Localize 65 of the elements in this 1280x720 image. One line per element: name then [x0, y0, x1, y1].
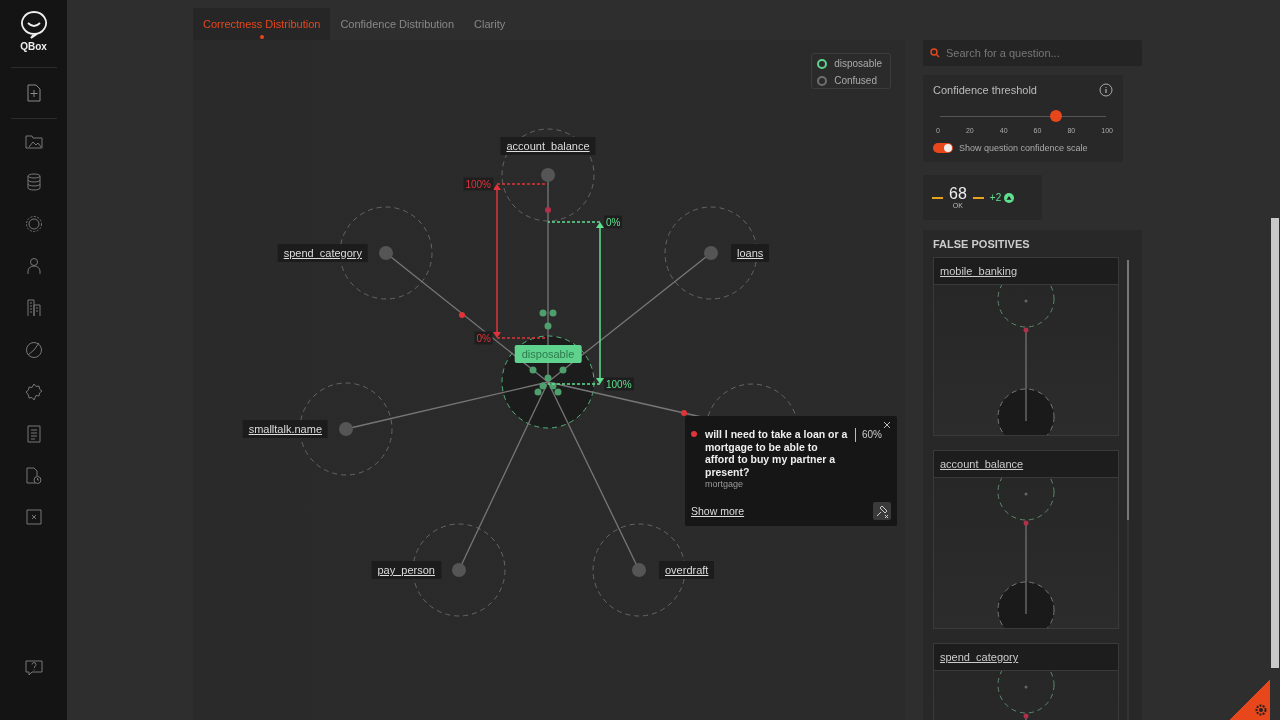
- panel-title: FALSE POSITIVES: [933, 238, 1031, 250]
- node-dot: [704, 246, 718, 260]
- node-label[interactable]: account_balance: [500, 137, 596, 155]
- logo-text: QBox: [20, 41, 47, 52]
- close-box-icon[interactable]: [25, 509, 42, 525]
- confidence-value: 60%: [855, 428, 882, 442]
- node-dot: [632, 563, 646, 577]
- question-dot: [559, 366, 567, 374]
- question-dot: [544, 322, 552, 330]
- score-value: 68: [949, 186, 967, 202]
- node-label[interactable]: spend_category: [277, 244, 368, 262]
- info-icon[interactable]: [1099, 83, 1113, 97]
- tab[interactable]: Correctness Distribution: [193, 8, 331, 40]
- tab[interactable]: Confidence Distribution: [330, 8, 465, 40]
- scale-label: 0%: [604, 215, 623, 229]
- settings-icon[interactable]: [1255, 704, 1267, 716]
- error-dot: [545, 207, 551, 213]
- threshold-title: Confidence threshold: [933, 84, 1037, 96]
- intent-link[interactable]: spend_category: [940, 651, 1019, 663]
- center-label: disposable: [514, 345, 582, 363]
- node-dot: [379, 246, 393, 260]
- search-field[interactable]: Search for a question...: [923, 40, 1142, 66]
- image-folder-icon[interactable]: [24, 135, 43, 149]
- score-delta: +2: [989, 192, 1002, 203]
- legend-label: disposable: [834, 58, 882, 69]
- database-icon[interactable]: [26, 173, 41, 191]
- intent-card[interactable]: mobile_banking: [933, 257, 1119, 436]
- buildings-icon[interactable]: [26, 299, 41, 317]
- close-icon[interactable]: [883, 421, 891, 429]
- legend-label: Confused: [834, 75, 877, 86]
- person-icon[interactable]: [26, 257, 41, 275]
- error-dot: [681, 410, 687, 416]
- node-dot: [541, 168, 555, 182]
- question-dot: [539, 309, 547, 317]
- node-label[interactable]: smalltalk.name: [242, 420, 328, 438]
- help-icon[interactable]: [24, 660, 43, 676]
- settings-icon[interactable]: [24, 215, 43, 233]
- question-text: will I need to take a loan or a mortgage to be able to afford to buy my partner a present?: [705, 428, 849, 478]
- document-clock-icon[interactable]: [25, 467, 42, 485]
- toggle-label: Show question confidence scale: [959, 143, 1088, 153]
- node-dot: [339, 422, 353, 436]
- speech-bubble-logo-icon: [18, 10, 49, 40]
- question-dot: [529, 366, 537, 374]
- node-label[interactable]: pay_person: [371, 561, 441, 579]
- intent-label: mortgage: [705, 479, 745, 489]
- intent-link[interactable]: mobile_banking: [940, 265, 1018, 277]
- add-file-icon[interactable]: [26, 84, 41, 102]
- up-arrow-icon: [1004, 192, 1015, 203]
- intent-card[interactable]: account_balance: [933, 450, 1119, 629]
- node-dot: [452, 563, 466, 577]
- question-dot: [549, 309, 557, 317]
- status-dot: [691, 431, 697, 437]
- scale-label: 100%: [463, 177, 493, 191]
- scrollbar[interactable]: [1127, 260, 1129, 720]
- toggle-switch[interactable]: [933, 143, 953, 153]
- scale-label: 0%: [474, 331, 493, 345]
- tab[interactable]: Clarity: [464, 8, 516, 40]
- error-dot: [459, 312, 465, 318]
- intent-card[interactable]: spend_category: [933, 643, 1119, 720]
- slider-thumb[interactable]: [1050, 110, 1063, 122]
- threshold-slider[interactable]: [940, 109, 1106, 123]
- scale-label: 100%: [604, 377, 634, 391]
- node-label[interactable]: overdraft: [659, 561, 715, 579]
- node-label[interactable]: loans: [731, 244, 770, 262]
- show-more-link[interactable]: Show more: [691, 505, 745, 517]
